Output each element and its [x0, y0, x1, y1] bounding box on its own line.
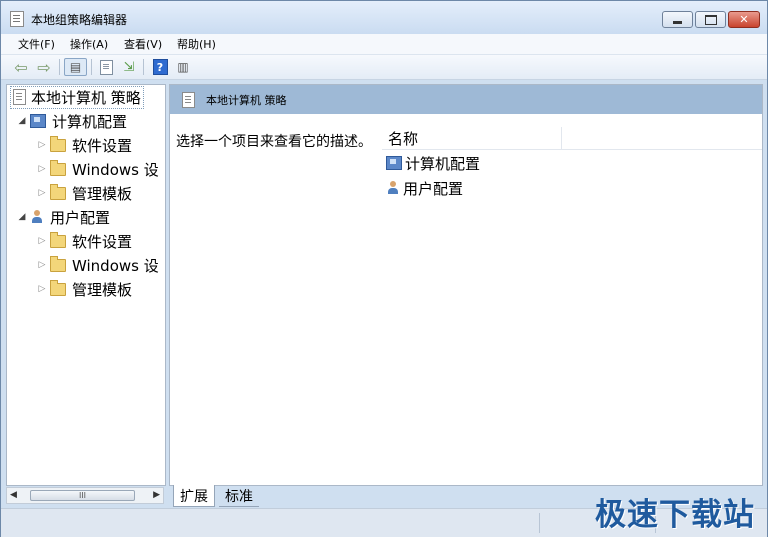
tree-item-label: 计算机配置: [52, 112, 128, 131]
list-column-header: 名称: [382, 127, 762, 150]
description-text: 选择一个项目来查看它的描述。: [176, 134, 372, 150]
maximize-icon: [704, 14, 717, 25]
details-header-title: 本地计算机 策略: [206, 94, 287, 107]
tree-item-computer-config[interactable]: ◢ 计算机配置: [17, 110, 127, 132]
menu-action[interactable]: 操作(A): [70, 36, 108, 52]
main-window: 本地组策略编辑器 ✕ 文件(F) 操作(A) 查看(V) 帮助(H) ⇦ ⇨ ▤…: [0, 0, 768, 537]
list-item-computer-config[interactable]: 计算机配置: [386, 152, 480, 174]
user-icon: [386, 181, 400, 195]
title-bar[interactable]: 本地组策略编辑器 ✕: [1, 1, 767, 34]
toolbar-separator: [59, 59, 60, 75]
console-tree: 本地计算机 策略 ◢ 计算机配置 ▷ 软件设置 ▷ Windows 设 ▷ 管理…: [6, 84, 166, 486]
list-item-user-config[interactable]: 用户配置: [386, 177, 463, 199]
forward-button[interactable]: ⇨: [34, 57, 54, 77]
tree-item-software-settings[interactable]: ▷ 软件设置: [37, 134, 132, 156]
tree-item-root[interactable]: 本地计算机 策略: [10, 85, 144, 109]
folder-icon: [50, 255, 66, 272]
details-pane: 本地计算机 策略 选择一个项目来查看它的描述。 名称 计算机配置 用户配置: [169, 84, 763, 486]
back-arrow-icon: ⇦: [14, 57, 28, 77]
folder-icon: [50, 135, 66, 152]
expand-arrow-icon[interactable]: ◢: [17, 116, 27, 126]
collapsed-arrow-icon[interactable]: ▷: [37, 284, 47, 294]
minimize-icon: [673, 21, 682, 24]
show-hide-action-pane-icon: ▥: [177, 60, 189, 74]
tree-item-label: 管理模板: [72, 280, 133, 299]
minimize-button[interactable]: [662, 11, 693, 28]
window-title: 本地组策略编辑器: [31, 13, 128, 27]
show-hide-tree-icon: ▤: [69, 60, 82, 74]
tab-standard[interactable]: 标准: [219, 485, 259, 507]
tree-item-user-config[interactable]: ◢ 用户配置: [17, 206, 110, 228]
tree-root-label: 本地计算机 策略: [31, 88, 141, 107]
policy-doc-icon: [182, 92, 195, 108]
watermark-logo: 极速下载站: [595, 497, 755, 533]
expand-arrow-icon[interactable]: ◢: [17, 212, 27, 222]
tree-item-admin-templates[interactable]: ▷ 管理模板: [37, 278, 132, 300]
help-button[interactable]: ?: [151, 58, 169, 76]
tab-extended[interactable]: 扩展: [173, 485, 215, 507]
scroll-thumb[interactable]: III: [30, 490, 135, 501]
status-divider: [539, 513, 540, 533]
computer-icon: [30, 114, 46, 128]
maximize-button[interactable]: [695, 11, 726, 28]
column-header-name[interactable]: 名称: [382, 127, 562, 149]
tree-item-label: Windows 设: [72, 256, 159, 275]
close-icon: ✕: [739, 13, 749, 26]
back-button[interactable]: ⇦: [11, 57, 31, 77]
menu-file[interactable]: 文件(F): [18, 36, 55, 52]
menu-help[interactable]: 帮助(H): [177, 36, 216, 52]
show-hide-tree-button[interactable]: ▤: [64, 58, 87, 76]
tree-item-label: 软件设置: [72, 136, 133, 155]
tree-item-label: 管理模板: [72, 184, 133, 203]
user-icon: [30, 210, 44, 224]
properties-icon: [99, 59, 113, 75]
export-list-button[interactable]: ⇲: [120, 58, 138, 76]
toolbar: ⇦ ⇨ ▤ ⇲ ? ▥: [1, 55, 767, 80]
list-item-label: 用户配置: [403, 179, 464, 198]
collapsed-arrow-icon[interactable]: ▷: [37, 188, 47, 198]
computer-icon: [386, 156, 402, 170]
tree-item-windows-settings[interactable]: ▷ Windows 设: [37, 254, 159, 276]
toolbar-separator: [143, 59, 144, 75]
collapsed-arrow-icon[interactable]: ▷: [37, 236, 47, 246]
policy-editor-icon: [10, 11, 24, 27]
toolbar-separator: [91, 59, 92, 75]
collapsed-arrow-icon[interactable]: ▷: [37, 164, 47, 174]
close-button[interactable]: ✕: [728, 11, 760, 28]
list-item-label: 计算机配置: [405, 154, 481, 173]
menu-bar: 文件(F) 操作(A) 查看(V) 帮助(H): [1, 34, 767, 55]
scroll-left-icon[interactable]: ◀: [10, 490, 17, 500]
menu-view[interactable]: 查看(V): [124, 36, 162, 52]
forward-arrow-icon: ⇨: [37, 57, 51, 77]
folder-icon: [50, 231, 66, 248]
help-icon: ?: [152, 59, 168, 75]
tree-item-windows-settings[interactable]: ▷ Windows 设: [37, 158, 159, 180]
collapsed-arrow-icon[interactable]: ▷: [37, 260, 47, 270]
properties-button[interactable]: [97, 58, 115, 76]
tree-item-label: Windows 设: [72, 160, 159, 179]
tree-horizontal-scrollbar[interactable]: ◀ III ▶: [6, 487, 164, 504]
folder-icon: [50, 279, 66, 296]
folder-icon: [50, 159, 66, 176]
tree-item-admin-templates[interactable]: ▷ 管理模板: [37, 182, 132, 204]
tree-item-software-settings[interactable]: ▷ 软件设置: [37, 230, 132, 252]
tree-item-label: 用户配置: [50, 208, 111, 227]
policy-doc-icon: [13, 89, 26, 105]
tree-item-label: 软件设置: [72, 232, 133, 251]
folder-icon: [50, 183, 66, 200]
show-hide-action-pane-button[interactable]: ▥: [174, 58, 192, 76]
collapsed-arrow-icon[interactable]: ▷: [37, 140, 47, 150]
export-list-icon: ⇲: [123, 59, 135, 75]
scroll-right-icon[interactable]: ▶: [153, 490, 160, 500]
details-header: 本地计算机 策略: [170, 85, 762, 114]
